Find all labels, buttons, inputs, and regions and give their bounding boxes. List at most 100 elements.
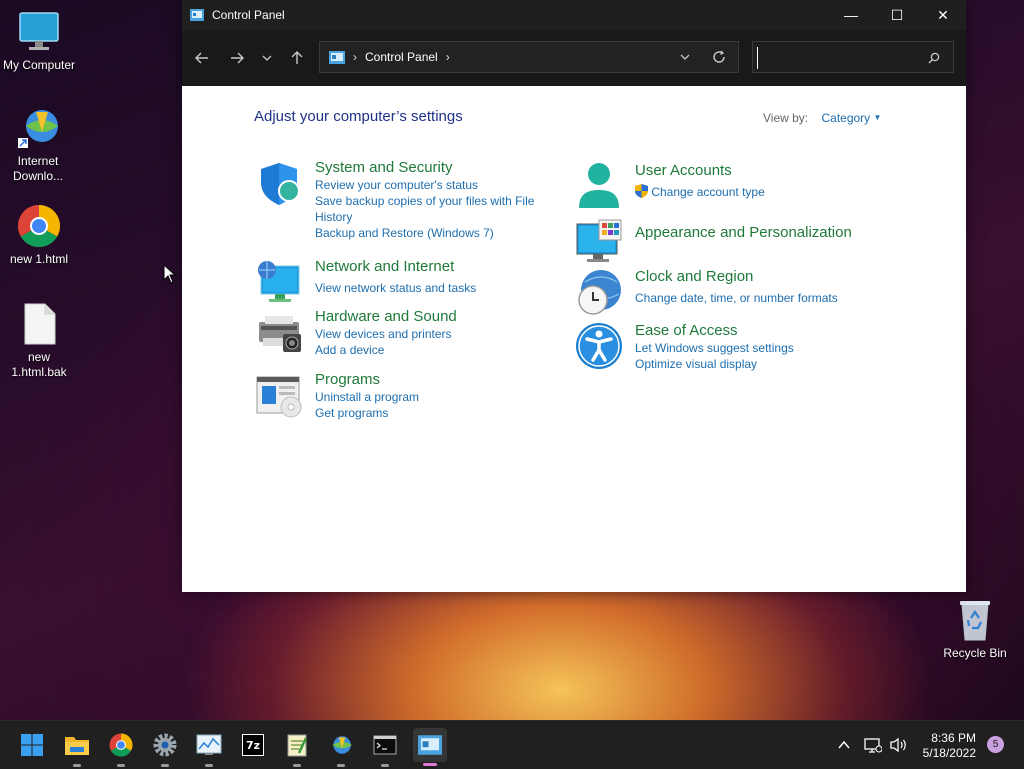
- category-title[interactable]: Programs: [315, 371, 555, 389]
- clock-time: 8:36 PM: [931, 731, 976, 745]
- taskbar: 7z 8:36 PM 5/18/2022 5: [0, 720, 1024, 769]
- search-box[interactable]: [752, 41, 954, 73]
- caret-down-icon: ▼: [873, 113, 882, 122]
- taskbar-7zip[interactable]: 7z: [237, 729, 269, 761]
- category-title[interactable]: Clock and Region: [635, 268, 875, 286]
- monitor-icon: [17, 10, 61, 54]
- task-link[interactable]: Review your computer's status: [315, 177, 555, 193]
- close-icon: ✕: [937, 6, 949, 23]
- breadcrumb-separator[interactable]: ›: [446, 50, 450, 64]
- desktop-icon-label: new 1.html: [9, 252, 69, 266]
- task-link[interactable]: Save backup copies of your files with Fi…: [315, 193, 555, 225]
- control-panel-icon: [329, 50, 345, 64]
- taskbar-control-panel[interactable]: [413, 728, 447, 766]
- category-title[interactable]: Appearance and Personalization: [635, 224, 895, 242]
- notification-count: 5: [992, 739, 999, 750]
- taskbar-settings[interactable]: [149, 729, 181, 767]
- search-icon[interactable]: [928, 52, 940, 64]
- network-status-icon[interactable]: [864, 737, 882, 753]
- svg-text:7z: 7z: [246, 739, 260, 752]
- search-input[interactable]: [757, 47, 922, 69]
- desktop-icon-label: My Computer: [2, 58, 76, 72]
- view-by: View by: Category ▼: [763, 111, 881, 125]
- clock-globe-icon: [578, 270, 621, 315]
- category-title[interactable]: Hardware and Sound: [315, 308, 555, 326]
- clock-date: 5/18/2022: [922, 746, 976, 760]
- arrow-left-icon: [195, 52, 208, 64]
- task-link[interactable]: View network status and tasks: [315, 280, 555, 296]
- desktop-icon-recycle-bin[interactable]: Recycle Bin: [935, 598, 1015, 661]
- address-bar[interactable]: › Control Panel ›: [319, 41, 739, 73]
- recent-locations-button[interactable]: [253, 42, 281, 74]
- taskbar-internet-download-manager[interactable]: [325, 729, 357, 767]
- notification-badge[interactable]: 5: [987, 736, 1004, 753]
- minimize-icon: —: [844, 7, 858, 23]
- system-tray: [838, 721, 908, 769]
- running-indicator: [161, 764, 169, 767]
- taskbar-notepad-plus-plus[interactable]: [281, 729, 313, 767]
- back-button[interactable]: [186, 42, 218, 74]
- taskbar-file-explorer[interactable]: [61, 729, 93, 767]
- 7zip-icon: 7z: [242, 734, 264, 756]
- task-link[interactable]: Get programs: [315, 405, 555, 421]
- up-button[interactable]: [281, 42, 313, 74]
- running-indicator: [381, 764, 389, 767]
- shield-icon: [261, 163, 300, 205]
- chevron-up-icon[interactable]: [838, 740, 850, 750]
- breadcrumb-control-panel[interactable]: Control Panel: [365, 50, 438, 64]
- forward-button[interactable]: [221, 42, 253, 74]
- start-button[interactable]: [16, 729, 48, 761]
- running-indicator: [117, 764, 125, 767]
- desktop-icon-internet-download-manager[interactable]: Internet Downlo...: [0, 106, 78, 184]
- control-panel-icon: [418, 735, 442, 755]
- page-title: Adjust your computer’s settings: [254, 108, 463, 125]
- chevron-down-icon: [262, 55, 272, 61]
- desktop-icon-new-html-bak[interactable]: new 1.html.bak: [0, 302, 79, 380]
- maximize-icon: ☐: [890, 6, 904, 23]
- blank-file-icon: [17, 302, 61, 346]
- minimize-button[interactable]: —: [828, 0, 874, 30]
- settings-icon: [153, 733, 177, 757]
- programs-icon: [256, 376, 302, 418]
- category-title[interactable]: Ease of Access: [635, 322, 875, 340]
- task-link[interactable]: Change account type: [635, 184, 875, 200]
- maximize-button[interactable]: ☐: [874, 0, 920, 30]
- chevron-down-icon[interactable]: [680, 52, 690, 62]
- desktop-icon-label: Recycle Bin: [943, 646, 1007, 660]
- recycle-bin-icon: [953, 598, 997, 642]
- internet-download-manager-icon: [332, 736, 352, 754]
- window-title: Control Panel: [212, 8, 285, 22]
- category-title[interactable]: Network and Internet: [315, 258, 555, 276]
- mouse-cursor-icon: [163, 264, 177, 284]
- internet-download-manager-icon: [16, 106, 60, 150]
- task-link[interactable]: Uninstall a program: [315, 389, 555, 405]
- taskbar-chrome[interactable]: [105, 729, 137, 767]
- taskbar-clock[interactable]: 8:36 PM 5/18/2022: [900, 731, 976, 761]
- file-explorer-icon: [65, 737, 89, 755]
- arrow-right-icon: [231, 52, 244, 64]
- task-link[interactable]: Let Windows suggest settings: [635, 340, 875, 356]
- running-indicator: [293, 764, 301, 767]
- task-link[interactable]: Optimize visual display: [635, 356, 875, 372]
- printer-icon: [259, 316, 301, 352]
- task-link[interactable]: Backup and Restore (Windows 7): [315, 225, 555, 241]
- task-link[interactable]: View devices and printers: [315, 326, 555, 342]
- arrow-up-icon: [291, 51, 303, 64]
- taskbar-terminal[interactable]: [369, 729, 401, 767]
- category-title[interactable]: User Accounts: [635, 162, 875, 180]
- running-indicator: [73, 764, 81, 767]
- view-by-value: Category: [821, 111, 871, 125]
- task-link[interactable]: Add a device: [315, 342, 555, 358]
- view-by-label: View by:: [763, 111, 809, 125]
- view-by-dropdown[interactable]: Category ▼: [821, 111, 881, 125]
- resource-monitor-icon: [196, 734, 222, 755]
- close-button[interactable]: ✕: [920, 0, 966, 30]
- task-link[interactable]: Change date, time, or number formats: [635, 290, 875, 306]
- desktop-icon-my-computer[interactable]: My Computer: [0, 10, 79, 73]
- refresh-icon[interactable]: [712, 50, 726, 64]
- accessibility-icon: [576, 323, 622, 369]
- title-bar[interactable]: Control Panel — ☐ ✕: [182, 0, 966, 30]
- category-title[interactable]: System and Security: [315, 159, 555, 177]
- taskbar-resource-monitor[interactable]: [193, 729, 225, 767]
- desktop-icon-new-html[interactable]: new 1.html: [0, 204, 79, 267]
